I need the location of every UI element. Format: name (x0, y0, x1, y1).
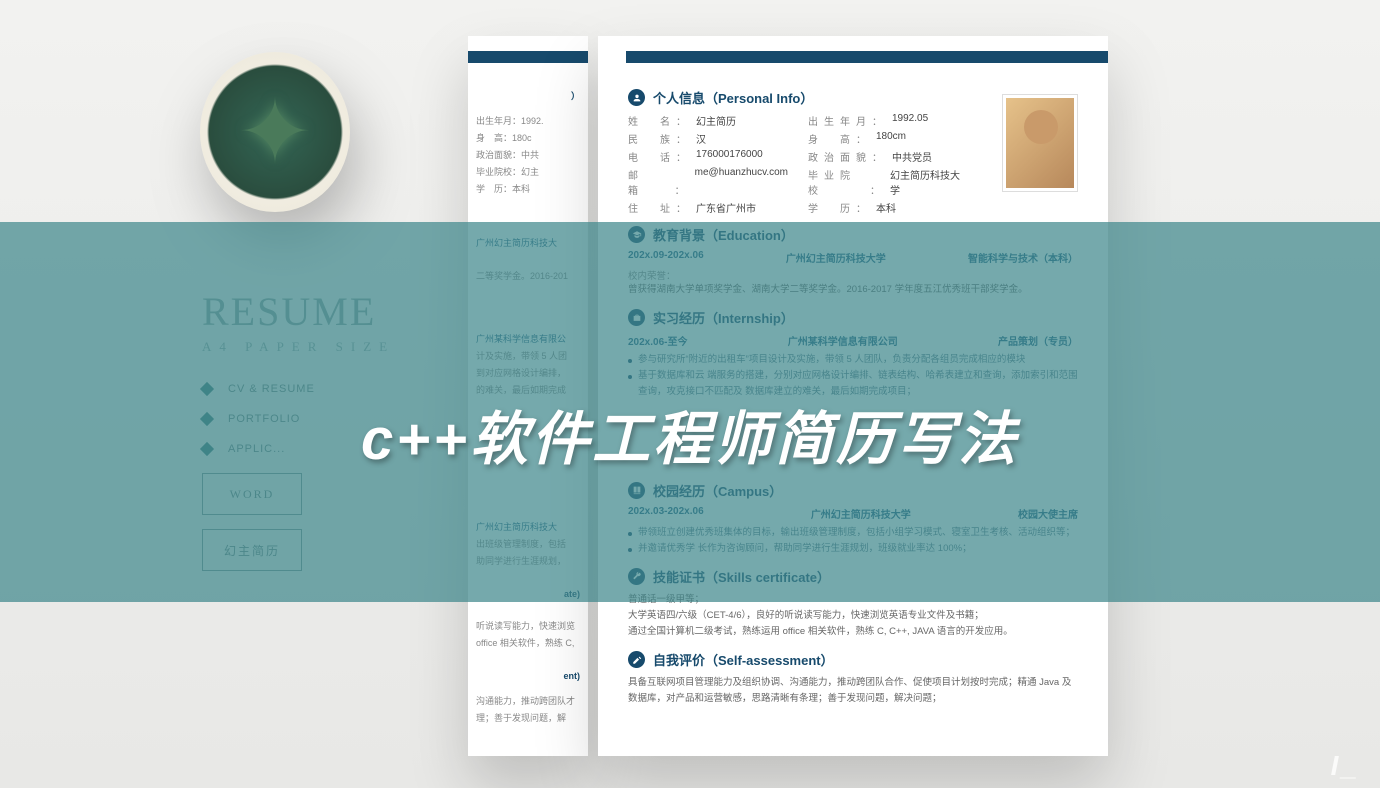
person-icon (628, 89, 645, 106)
plant-decoration (200, 52, 350, 212)
section-title: 自我评价（Self-assessment） (653, 650, 834, 669)
top-accent-bar (468, 51, 588, 63)
overlay-title: c++软件工程师简历写法 (0, 392, 1380, 476)
section-title: 个人信息（Personal Info） (653, 88, 813, 107)
avatar (1002, 94, 1078, 192)
watermark: I_ (1331, 750, 1360, 782)
top-accent-bar (626, 51, 1108, 63)
section-assessment: 自我评价（Self-assessment） 具备互联网项目管理能力及组织协调、沟… (628, 650, 1078, 707)
pencil-icon (628, 651, 645, 668)
peek-header: ） (476, 88, 580, 105)
